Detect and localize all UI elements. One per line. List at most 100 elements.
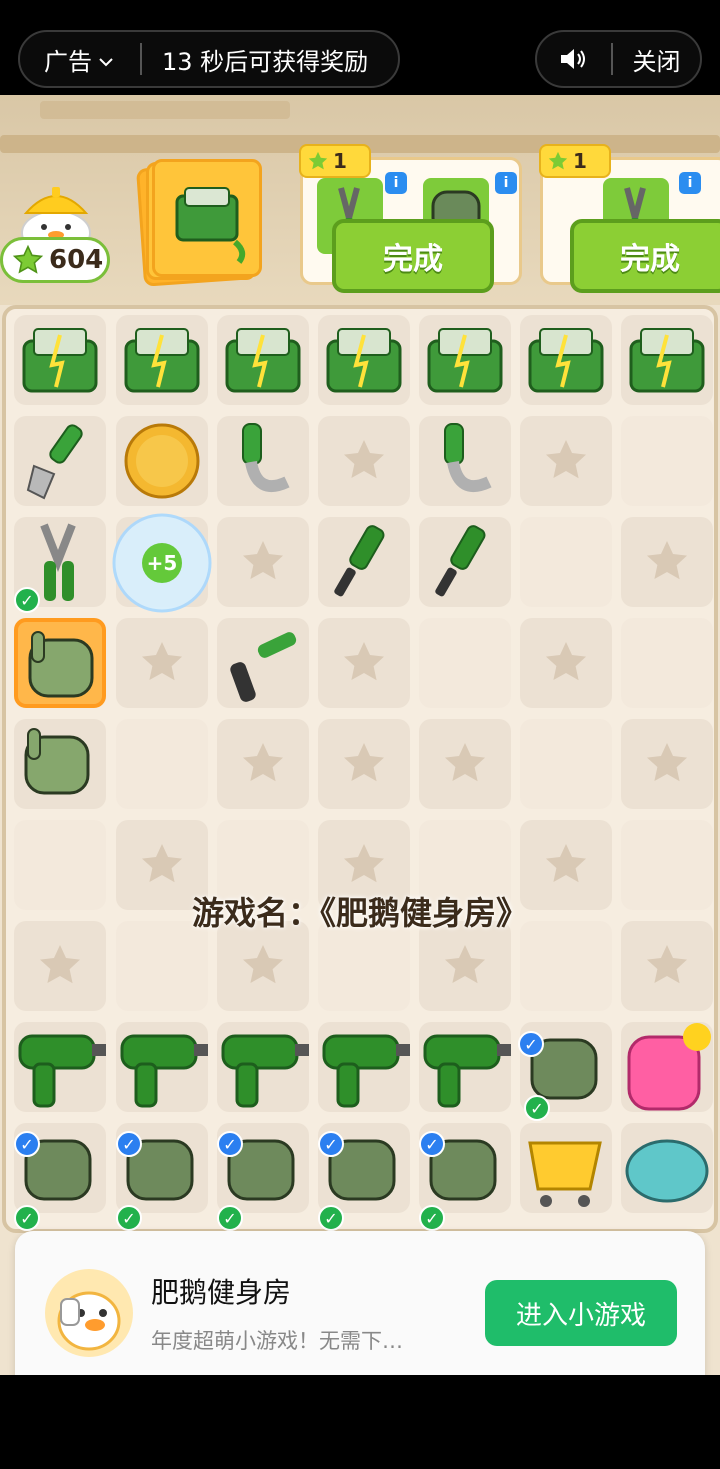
board-cell[interactable] <box>419 719 511 809</box>
toolbox-item[interactable] <box>518 313 614 407</box>
selected-check-icon: ✓ <box>14 1131 40 1157</box>
board-cell[interactable] <box>14 719 106 809</box>
board-cell[interactable] <box>217 921 309 1011</box>
ad-label-dropdown[interactable]: 广告 <box>20 42 140 77</box>
star-icon <box>308 151 328 170</box>
drill-item[interactable] <box>12 1020 108 1114</box>
wrench-item[interactable] <box>12 414 108 508</box>
board-cell[interactable] <box>14 416 106 506</box>
board-cell[interactable] <box>217 618 309 708</box>
board-cell[interactable] <box>621 517 713 607</box>
board-cell[interactable] <box>419 618 511 708</box>
glove-item[interactable] <box>16 620 112 714</box>
complete-order-button-1[interactable]: 完成 <box>332 219 494 293</box>
screwdriver-item[interactable] <box>316 515 412 609</box>
board-cell[interactable] <box>217 416 309 506</box>
robot-vacuum-item[interactable] <box>619 1121 715 1215</box>
drill-item[interactable] <box>215 1020 311 1114</box>
drill-item[interactable] <box>114 1020 210 1114</box>
item-generator-card[interactable] <box>136 159 262 287</box>
board-cell[interactable] <box>621 921 713 1011</box>
empty-slot-star-icon <box>445 945 485 984</box>
selected-check-icon: ✓ <box>116 1131 142 1157</box>
ad-top-bar: 广告 13 秒后可获得奖励 关闭 <box>0 0 720 95</box>
board-cell[interactable] <box>419 315 511 405</box>
glove-item[interactable] <box>12 717 108 811</box>
board-cell[interactable] <box>116 618 208 708</box>
board-cell[interactable] <box>520 1123 612 1213</box>
board-cell[interactable] <box>419 1022 511 1112</box>
board-cell[interactable] <box>621 618 713 708</box>
info-icon[interactable]: i <box>385 172 407 194</box>
completed-check-icon: ✓ <box>14 1205 40 1231</box>
complete-order-button-2[interactable]: 完成 <box>570 219 720 293</box>
board-cell[interactable] <box>116 416 208 506</box>
board-cell[interactable] <box>520 517 612 607</box>
shopping-cart-item[interactable] <box>518 1121 614 1215</box>
bonus-bubble-item[interactable]: +5 <box>110 511 214 615</box>
board-cell[interactable] <box>621 1022 713 1112</box>
pipe-wrench-item[interactable] <box>215 414 311 508</box>
toolbox-item[interactable] <box>619 313 715 407</box>
board-cell[interactable] <box>318 618 410 708</box>
order-reward: 1 <box>539 144 611 178</box>
board-cell[interactable] <box>318 719 410 809</box>
board-cell[interactable] <box>116 719 208 809</box>
info-icon[interactable]: i <box>679 172 701 194</box>
board-cell[interactable] <box>419 517 511 607</box>
board-cell[interactable] <box>318 921 410 1011</box>
board-cell[interactable] <box>621 1123 713 1213</box>
toolbox-item[interactable] <box>417 313 513 407</box>
board-cell[interactable] <box>318 1022 410 1112</box>
selected-check-icon: ✓ <box>518 1031 544 1057</box>
board-cell[interactable] <box>14 315 106 405</box>
board-cell[interactable] <box>116 921 208 1011</box>
toolbox-item[interactable] <box>316 313 412 407</box>
board-cell[interactable] <box>14 618 106 708</box>
board-cell[interactable] <box>520 315 612 405</box>
ad-label: 广告 <box>44 47 92 76</box>
toolbox-item[interactable] <box>12 313 108 407</box>
board-cell[interactable] <box>318 517 410 607</box>
board-cell[interactable] <box>217 315 309 405</box>
shelf-decoration <box>40 101 290 119</box>
board-cell[interactable] <box>520 719 612 809</box>
completed-check-icon: ✓ <box>14 587 40 613</box>
board-cell[interactable] <box>217 1022 309 1112</box>
toolbox-icon <box>175 187 246 264</box>
allen-key-item[interactable] <box>215 616 311 710</box>
board-cell[interactable] <box>520 416 612 506</box>
toolbox-item[interactable] <box>215 313 311 407</box>
board-cell[interactable] <box>14 1022 106 1112</box>
coin-item[interactable] <box>114 414 210 508</box>
board-cell[interactable] <box>621 416 713 506</box>
board-cell[interactable] <box>217 719 309 809</box>
board-cell[interactable] <box>14 921 106 1011</box>
drill-item[interactable] <box>316 1020 412 1114</box>
selected-check-icon: ✓ <box>419 1131 445 1157</box>
board-cell[interactable] <box>318 416 410 506</box>
board-cell[interactable] <box>318 315 410 405</box>
board-cell[interactable] <box>520 921 612 1011</box>
enter-mini-game-button[interactable]: 进入小游戏 <box>485 1280 677 1346</box>
mini-game-banner[interactable]: 肥鹅健身房 年度超萌小游戏！无需下… 进入小游戏 <box>15 1231 705 1395</box>
toolbox-item[interactable] <box>114 313 210 407</box>
screwdriver-item[interactable] <box>417 515 513 609</box>
board-cell[interactable] <box>419 416 511 506</box>
board-cell[interactable] <box>621 719 713 809</box>
board-cell[interactable] <box>217 517 309 607</box>
ad-controls-pill: 关闭 <box>535 30 702 88</box>
volume-button[interactable] <box>537 46 611 72</box>
close-ad-button[interactable]: 关闭 <box>613 42 700 77</box>
backpack-item[interactable] <box>619 1020 715 1114</box>
drill-item[interactable] <box>417 1020 513 1114</box>
empty-slot-star-icon <box>243 541 283 580</box>
board-cell[interactable] <box>621 315 713 405</box>
board-cell[interactable] <box>116 315 208 405</box>
info-icon[interactable]: i <box>495 172 517 194</box>
board-cell[interactable] <box>116 1022 208 1112</box>
board-cell[interactable] <box>419 921 511 1011</box>
board-cell[interactable] <box>520 618 612 708</box>
empty-slot-star-icon <box>243 945 283 984</box>
pipe-wrench-item[interactable] <box>417 414 513 508</box>
